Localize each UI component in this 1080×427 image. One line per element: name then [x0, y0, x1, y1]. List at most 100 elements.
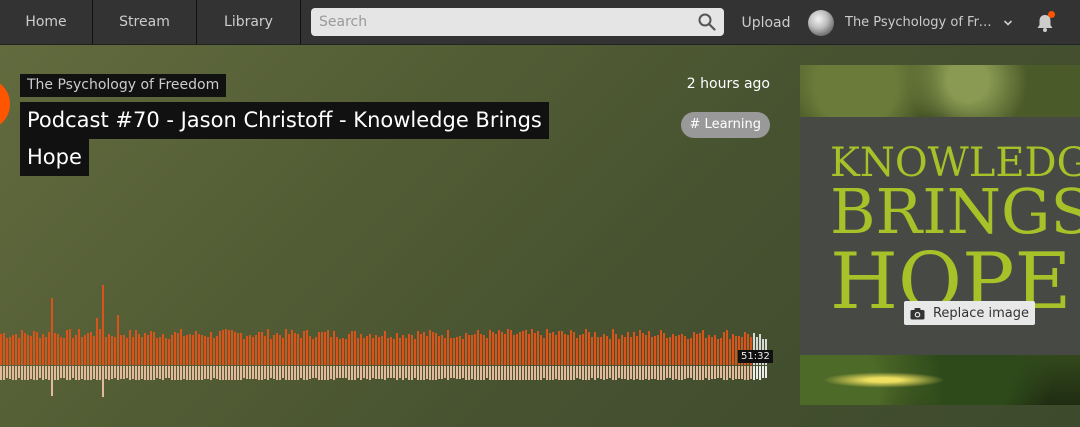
waveform-bar	[339, 338, 341, 365]
upload-link[interactable]: Upload	[735, 0, 797, 45]
replace-image-button[interactable]: Replace image	[904, 301, 1035, 325]
waveform-reflection-bar	[288, 366, 290, 380]
artist-name[interactable]: The Psychology of Freedom	[20, 74, 227, 97]
waveform-bar	[555, 335, 557, 365]
waveform-reflection-bar	[591, 366, 593, 379]
artwork-forest-bottom	[800, 355, 1080, 405]
waveform-reflection-bar	[747, 366, 749, 380]
waveform-reflection-bar	[669, 366, 671, 379]
waveform-bar	[570, 330, 572, 365]
nav-library[interactable]: Library	[197, 0, 301, 44]
waveform-bar	[444, 338, 446, 365]
search-icon[interactable]	[698, 13, 716, 31]
waveform-bar	[102, 285, 104, 365]
waveform-bar	[228, 329, 230, 365]
user-menu[interactable]: The Psychology of Fre…	[808, 0, 1020, 45]
notifications-button[interactable]	[1032, 10, 1058, 36]
waveform-reflection-bar	[549, 366, 551, 380]
waveform-bar	[693, 331, 695, 365]
waveform-reflection-bar	[360, 366, 362, 380]
track-title-line-1: Podcast #70 - Jason Christoff - Knowledg…	[20, 102, 549, 139]
waveform-reflection-bar	[708, 366, 710, 380]
waveform-reflection-bar	[381, 366, 383, 380]
waveform-bar	[471, 335, 473, 365]
waveform-reflection-bar	[75, 366, 77, 380]
play-button[interactable]	[0, 78, 10, 130]
tag-learning[interactable]: # Learning	[680, 112, 770, 138]
waveform-reflection-bar	[54, 366, 56, 380]
waveform-bar	[546, 329, 548, 365]
waveform-bar	[687, 338, 689, 365]
waveform-reflection-bar	[339, 366, 341, 378]
waveform-reflection-bar	[159, 366, 161, 379]
waveform-reflection-bar	[507, 366, 509, 380]
waveform-reflection-bar	[660, 366, 662, 380]
waveform-reflection-bar	[45, 366, 47, 379]
waveform-bar	[285, 329, 287, 365]
waveform[interactable]	[0, 285, 770, 400]
waveform-bar	[168, 338, 170, 365]
waveform-bar	[474, 333, 476, 365]
waveform-reflection-bar	[510, 366, 512, 380]
waveform-reflection-bar	[396, 366, 398, 380]
waveform-reflection-bar	[384, 366, 386, 380]
waveform-reflection-bar	[183, 366, 185, 380]
waveform-reflection-bar	[108, 366, 110, 380]
waveform-reflection-bar	[162, 366, 164, 380]
waveform-bar	[492, 332, 494, 365]
waveform-bar	[666, 338, 668, 365]
waveform-reflection-bar	[231, 366, 233, 380]
waveform-bar	[402, 334, 404, 365]
waveform-reflection-bar	[270, 366, 272, 378]
camera-icon	[910, 307, 925, 319]
waveform-bar	[375, 335, 377, 365]
waveform-bar	[390, 337, 392, 365]
waveform-reflection-bar	[315, 366, 317, 379]
waveform-bar	[660, 330, 662, 365]
waveform-bar	[138, 334, 140, 365]
waveform-reflection-bar	[369, 366, 371, 380]
waveform-reflection-bar	[606, 366, 608, 380]
waveform-bar	[57, 334, 59, 365]
waveform-reflection-bar	[42, 366, 44, 380]
waveform-bar	[549, 333, 551, 365]
waveform-reflection-bar	[24, 366, 26, 380]
waveform-bar	[117, 315, 119, 365]
waveform-bar	[498, 329, 500, 365]
waveform-reflection-bar	[57, 366, 59, 380]
waveform-bar	[213, 337, 215, 365]
waveform-bar	[726, 330, 728, 365]
waveform-bar	[12, 334, 14, 365]
waveform-reflection-bar	[600, 366, 602, 379]
waveform-bar	[483, 334, 485, 365]
waveform-bar	[195, 330, 197, 365]
nav-stream[interactable]: Stream	[93, 0, 197, 44]
waveform-bar	[279, 334, 281, 365]
waveform-bar	[369, 334, 371, 365]
waveform-reflection-bar	[735, 366, 737, 379]
waveform-bar	[141, 336, 143, 365]
waveform-bar	[363, 338, 365, 365]
waveform-reflection-bar	[366, 366, 368, 379]
waveform-bar	[615, 333, 617, 365]
waveform-bar	[414, 338, 416, 365]
waveform-reflection-bar	[111, 366, 113, 380]
track-title-line-2: Hope	[20, 139, 89, 176]
waveform-reflection-bar	[9, 366, 11, 379]
waveform-bar	[426, 335, 428, 365]
waveform-reflection-bar	[714, 366, 716, 380]
waveform-bar	[132, 336, 134, 365]
waveform-reflection-bar	[138, 366, 140, 380]
nav-home[interactable]: Home	[0, 0, 93, 44]
waveform-bar	[75, 334, 77, 365]
waveform-reflection-bar	[738, 366, 740, 380]
waveform-bar	[78, 329, 80, 365]
waveform-reflection-bar	[546, 366, 548, 380]
waveform-reflection-bar	[195, 366, 197, 380]
waveform-reflection-bar	[126, 366, 128, 379]
waveform-reflection-bar	[3, 366, 5, 380]
search-input[interactable]	[311, 8, 724, 36]
waveform-reflection-bar	[153, 366, 155, 380]
waveform-bar	[702, 329, 704, 365]
waveform-reflection-bar	[312, 366, 314, 378]
